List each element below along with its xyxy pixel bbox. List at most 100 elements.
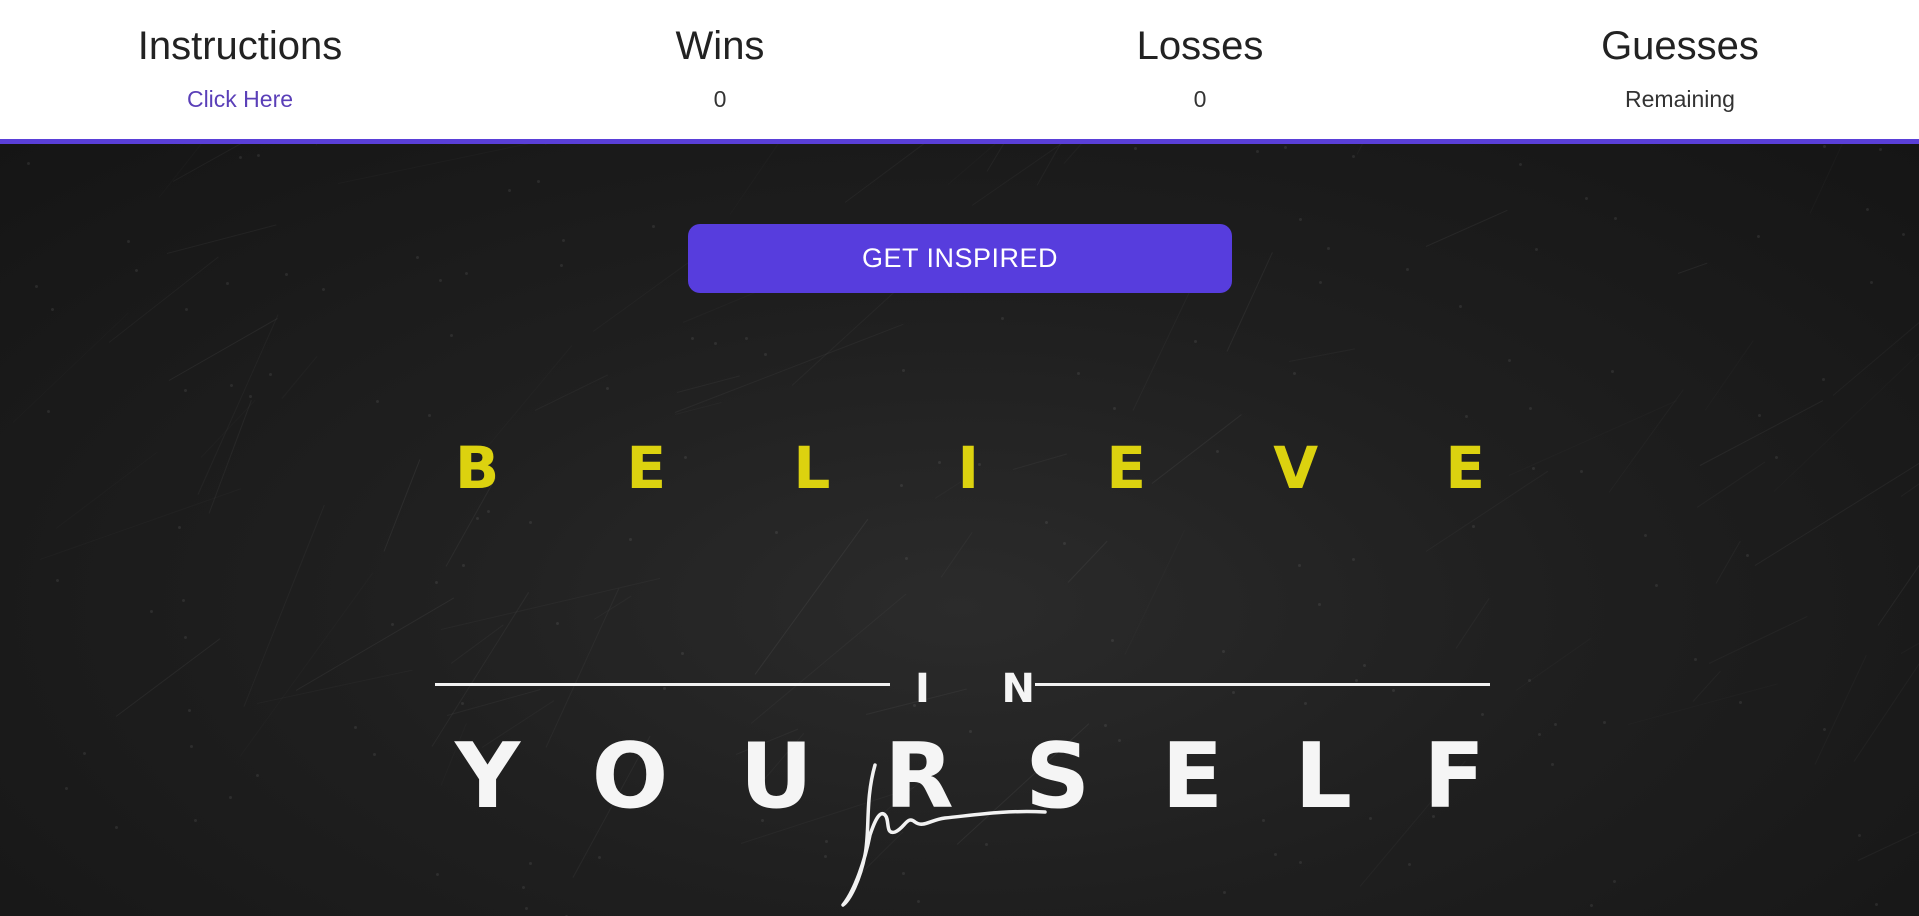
chalk-scratch (1289, 348, 1355, 362)
chalk-speck (249, 395, 253, 399)
wins-title: Wins (675, 24, 765, 68)
chalk-speck (1532, 467, 1536, 471)
guesses-title: Guesses (1601, 24, 1759, 68)
chalk-speck (1406, 267, 1410, 271)
believe-letter: V (1273, 434, 1319, 502)
chalk-scratch (1833, 313, 1919, 395)
chalk-speck (536, 179, 540, 183)
chalk-speck (321, 287, 325, 291)
chalk-scratch (729, 144, 811, 215)
chalk-speck (1554, 723, 1558, 727)
chalk-scratch (1715, 541, 1740, 584)
chalk-speck (150, 609, 154, 613)
chalk-scratch (1774, 340, 1919, 492)
chalk-speck (1613, 216, 1617, 220)
chalk-speck (1584, 196, 1588, 200)
chalk-speck (1823, 145, 1827, 149)
chalk-speck (1077, 372, 1081, 376)
chalk-scratch (1693, 671, 1722, 702)
chalk-speck (1902, 232, 1906, 236)
chalk-speck (1654, 583, 1658, 587)
chalk-scratch (1699, 399, 1824, 466)
chalk-speck (190, 745, 194, 749)
chalk-scratch (315, 144, 387, 145)
chalk-scratch (13, 312, 129, 422)
chalk-speck (127, 240, 131, 244)
get-inspired-button[interactable]: GET INSPIRED (688, 224, 1232, 293)
chalk-speck (188, 708, 192, 712)
chalk-speck (230, 383, 234, 387)
chalk-speck (185, 307, 189, 311)
chalk-scratch (1516, 639, 1591, 692)
chalk-speck (269, 373, 273, 377)
chalk-scratch (282, 356, 318, 399)
chalk-speck (64, 787, 68, 791)
chalk-speck (34, 285, 38, 289)
chalk-speck (1255, 149, 1259, 153)
chalk-scratch (844, 144, 1041, 204)
chalk-speck (763, 353, 767, 357)
chalk-scratch (108, 256, 219, 344)
instructions-link[interactable]: Click Here (187, 86, 293, 112)
chalk-speck (82, 751, 86, 755)
chalk-speck (284, 273, 288, 277)
chalk-speck (1519, 162, 1523, 166)
chalk-speck (1612, 880, 1616, 884)
chalk-speck (256, 774, 260, 778)
chalk-scratch (1226, 251, 1273, 352)
chalk-speck (439, 279, 443, 283)
chalk-speck (135, 268, 139, 272)
chalk-speck (562, 239, 566, 243)
chalk-speck (605, 386, 609, 390)
chalk-scratch (1704, 341, 1753, 411)
divider-left (435, 683, 890, 686)
chalk-scratch (198, 315, 279, 495)
chalk-scratch (1853, 566, 1919, 762)
chalk-scratch (1677, 262, 1707, 275)
chalk-scratch (674, 323, 904, 413)
chalk-speck (1857, 833, 1861, 837)
signature-icon (841, 763, 1047, 907)
chalk-speck (1318, 280, 1322, 284)
losses-count: 0 (1193, 86, 1207, 112)
chalk-speck (225, 282, 229, 286)
chalk-speck (902, 369, 906, 373)
chalk-speck (1112, 406, 1116, 410)
chalk-scratch (201, 399, 256, 457)
divider-right (1035, 683, 1490, 686)
poster-word-in: IN (430, 666, 1490, 716)
chalk-scratch (1709, 616, 1807, 664)
chalk-scratch (40, 488, 241, 560)
chalk-speck (256, 153, 260, 157)
chalk-scratch (1877, 555, 1919, 626)
chalk-speck (1821, 378, 1825, 382)
chalk-speck (1602, 720, 1606, 724)
chalk-speck (1875, 903, 1878, 907)
chalk-speck (1866, 208, 1870, 212)
losses-title: Losses (1136, 24, 1264, 68)
losses-stat: Losses 0 (1000, 20, 1400, 114)
chalk-scratch (1696, 462, 1765, 508)
chalk-scratch (1858, 766, 1919, 861)
yourself-letter: L (1294, 724, 1352, 829)
chalk-speck (1527, 678, 1531, 682)
chalk-scratch (257, 669, 413, 703)
chalk-speck (1465, 414, 1469, 418)
chalk-speck (1508, 359, 1512, 363)
chalk-speck (465, 272, 469, 276)
chalk-speck (1529, 407, 1533, 411)
chalk-speck (713, 342, 717, 346)
chalk-speck (1351, 155, 1355, 159)
chalk-speck (1580, 469, 1584, 473)
chalk-scratch (1901, 370, 1919, 497)
believe-letter: L (793, 434, 831, 502)
chalk-scratch (1900, 621, 1919, 653)
chalk-speck (744, 336, 748, 340)
chalk-speck (1000, 316, 1004, 320)
instructions-title: Instructions (137, 24, 343, 68)
chalk-speck (1293, 372, 1297, 376)
chalk-speck (1823, 727, 1827, 731)
believe-letter: I (957, 434, 980, 502)
yourself-letter: U (739, 724, 813, 829)
wins-count: 0 (713, 86, 727, 112)
